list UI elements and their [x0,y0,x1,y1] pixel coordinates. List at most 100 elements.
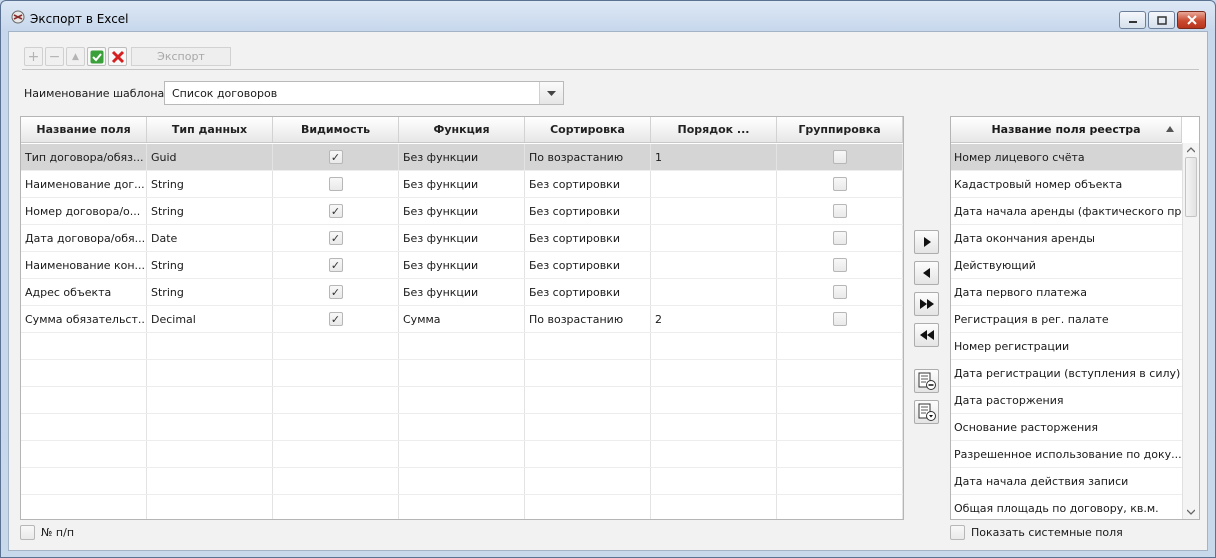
up-icon: ▲ [72,51,79,62]
add-button[interactable]: + [24,47,43,66]
list-item[interactable]: Основание расторжения [951,414,1182,441]
visibility-checkbox[interactable]: ✓ [328,312,343,326]
column-header-name[interactable]: Название поля [21,117,147,142]
function-value: Без функции [403,231,479,245]
show-system-fields-checkbox[interactable] [950,525,965,540]
move-left-button[interactable] [914,261,939,285]
column-header-order[interactable]: Порядок ... [651,117,777,142]
list-item[interactable]: Дата первого платежа [951,279,1182,306]
list-item[interactable]: Номер регистрации [951,333,1182,360]
grouping-checkbox[interactable] [832,177,847,191]
dropdown-button[interactable] [539,82,563,104]
move-all-left-button[interactable] [914,323,939,347]
sort-value: Без сортировки [529,177,620,191]
row-number-checkbox[interactable] [20,525,35,540]
visibility-checkbox[interactable]: ✓ [328,285,343,299]
registry-field-label: Дата расторжения [954,393,1064,407]
list-item[interactable]: Дата регистрации (вступления в силу) [951,360,1182,387]
scroll-up-icon[interactable] [1187,146,1195,154]
list-item[interactable]: Действующий [951,252,1182,279]
cell-sort: По возрастанию [525,144,651,170]
grouping-checkbox[interactable] [832,150,847,164]
table-row[interactable]: Номер договора/о... String ✓ Без функции Без… [21,198,903,225]
column-header-sort[interactable]: Сортировка [525,117,651,142]
maximize-button[interactable] [1148,11,1175,29]
table-row[interactable] [21,441,903,468]
export-button[interactable]: Экспорт [131,47,231,66]
grouping-checkbox[interactable] [832,285,847,299]
column-header-type[interactable]: Тип данных [147,117,273,142]
table-row[interactable] [21,495,903,519]
empty-cell [21,414,147,440]
empty-cell [651,414,777,440]
export-window: Экспорт в Excel + − ▲ Экспорт Наименован… [0,0,1216,558]
cell-function: Без функции [399,252,525,278]
cell-order [651,171,777,197]
empty-cell [651,360,777,386]
minimize-button[interactable] [1119,11,1146,29]
visibility-checkbox[interactable]: ✓ [328,231,343,245]
empty-cell [273,495,399,519]
remove-button[interactable]: − [45,47,64,66]
table-row[interactable]: Адрес объекта String ✓ Без функции Без сорти… [21,279,903,306]
save-template-button[interactable] [914,369,939,393]
minimize-icon [1128,21,1137,23]
column-header-function[interactable]: Функция [399,117,525,142]
table-row[interactable]: Дата договора/обя... Date ✓ Без функции Без … [21,225,903,252]
registry-field-label: Дата окончания аренды [954,231,1095,245]
empty-cell [777,360,903,386]
list-item[interactable]: Общая площадь по договору, кв.м. [951,495,1182,519]
column-header-visibility[interactable]: Видимость [273,117,399,142]
list-item[interactable]: Кадастровый номер объекта [951,171,1182,198]
table-row[interactable]: Наименование кон... String ✓ Без функции Без… [21,252,903,279]
checkmark-icon: ✓ [330,285,341,299]
order-value: 1 [655,150,662,164]
registry-header[interactable]: Название поля реестра [951,117,1182,143]
empty-cell [651,495,777,519]
visibility-checkbox[interactable]: ✓ [328,204,343,218]
move-up-button[interactable]: ▲ [66,47,85,66]
registry-scrollbar[interactable] [1182,143,1199,519]
list-item[interactable]: Дата начала аренды (фактического пр... [951,198,1182,225]
checkmark-icon: ✓ [330,258,341,272]
delete-button[interactable] [108,47,127,66]
table-row[interactable] [21,414,903,441]
close-button[interactable] [1177,11,1206,29]
list-item[interactable]: Номер лицевого счёта [951,144,1182,171]
grouping-checkbox[interactable] [832,204,847,218]
scroll-down-icon[interactable] [1187,508,1195,516]
grouping-checkbox[interactable] [832,312,847,326]
grouping-checkbox[interactable] [832,231,847,245]
visibility-checkbox[interactable]: ✓ [328,258,343,272]
visibility-checkbox[interactable] [328,177,343,191]
cell-name: Тип договора/обяз... [21,144,147,170]
function-value: Сумма [403,312,441,326]
list-item[interactable]: Дата окончания аренды [951,225,1182,252]
empty-cell [147,333,273,359]
list-item[interactable]: Дата начала действия записи [951,468,1182,495]
move-all-right-button[interactable] [914,292,939,316]
row-number-option[interactable]: № п/п [20,525,74,540]
table-row[interactable] [21,387,903,414]
grouping-checkbox[interactable] [832,258,847,272]
sort-ascending-icon [1166,126,1174,132]
list-item[interactable]: Дата расторжения [951,387,1182,414]
table-row[interactable] [21,360,903,387]
column-header-grouping[interactable]: Группировка [777,117,903,142]
table-row[interactable]: Тип договора/обяз... Guid ✓ Без функции По в… [21,144,903,171]
show-system-fields-option[interactable]: Показать системные поля [950,525,1123,540]
table-row[interactable]: Сумма обязательст... Decimal ✓ Сумма По возр… [21,306,903,333]
table-row[interactable] [21,333,903,360]
list-item[interactable]: Разрешенное использование по доку... [951,441,1182,468]
table-row[interactable]: Наименование дог... String Без функции Без … [21,171,903,198]
template-combobox[interactable]: Список договоров [164,81,564,105]
visibility-checkbox[interactable]: ✓ [328,150,343,164]
table-row[interactable] [21,468,903,495]
scrollbar-thumb[interactable] [1185,157,1197,217]
load-template-button[interactable] [914,400,939,424]
cell-visibility: ✓ [273,252,399,278]
empty-cell [21,387,147,413]
list-item[interactable]: Регистрация в рег. палате [951,306,1182,333]
apply-button[interactable] [87,47,106,66]
move-right-button[interactable] [914,230,939,254]
